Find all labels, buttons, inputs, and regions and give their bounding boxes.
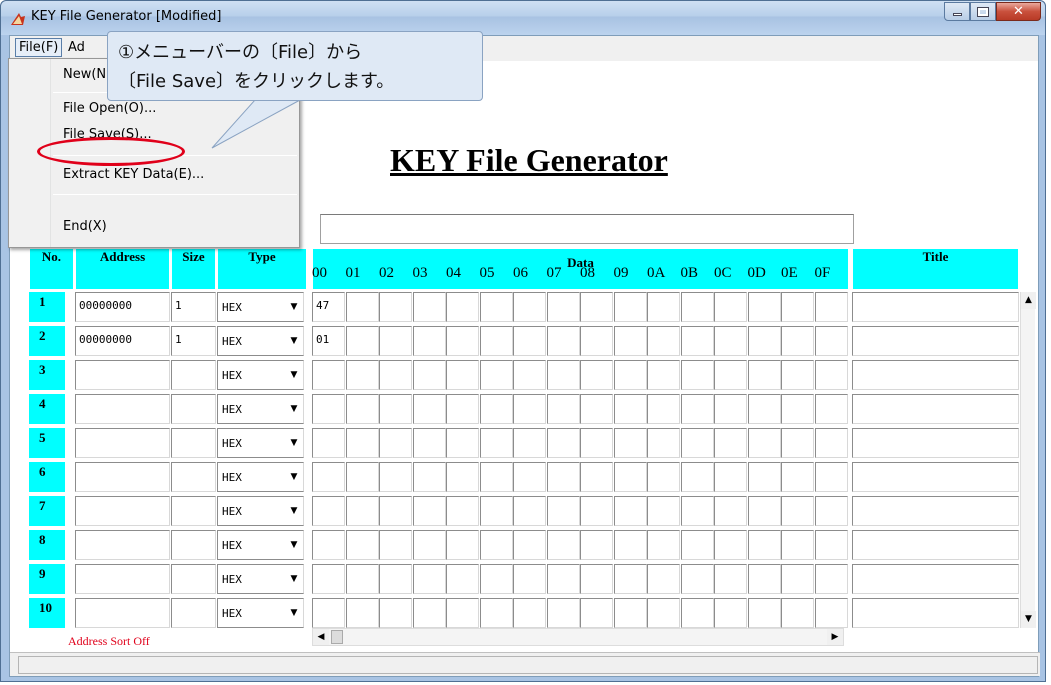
callout-line-2: 〔File Save〕をクリックします。 (118, 71, 395, 92)
callout-pointer (211, 99, 301, 149)
callout-line-1: ①メニューバーの〔File〕から (118, 42, 363, 63)
highlight-ellipse (37, 137, 185, 166)
instruction-callout: ①メニューバーの〔File〕から 〔File Save〕をクリックします。 (107, 31, 483, 101)
